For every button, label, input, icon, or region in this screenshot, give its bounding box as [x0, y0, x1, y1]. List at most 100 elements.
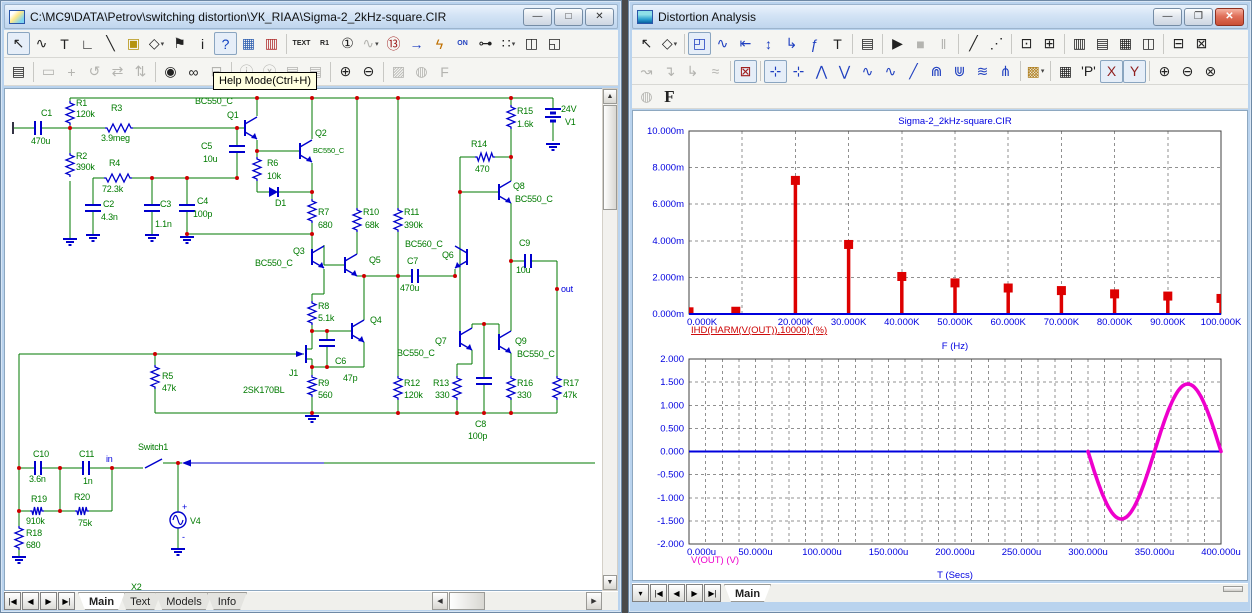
tab-info[interactable]: Info — [207, 592, 247, 610]
stripes-h-icon[interactable]: ▤ — [1091, 32, 1114, 55]
cursor-mode-icon[interactable]: ∿ — [711, 32, 734, 55]
minimize-button[interactable]: — — [523, 8, 552, 26]
vertical-tag-icon[interactable]: ↕ — [757, 32, 780, 55]
text-display-toggle[interactable]: TEXT — [290, 32, 313, 55]
part-list-icon[interactable]: ◇▾ — [658, 32, 681, 55]
schematic-hscrollbar[interactable]: ◀ ▶ — [432, 592, 602, 610]
box-minus-icon[interactable]: ⊟ — [1167, 32, 1190, 55]
tab-models[interactable]: Models — [155, 592, 212, 610]
restore-button[interactable]: ❐ — [1184, 8, 1213, 26]
pane-splitter-handle[interactable] — [1223, 586, 1243, 592]
text-mode-icon[interactable]: T — [53, 32, 76, 55]
cursor-left-icon[interactable]: ⊹ — [764, 60, 787, 83]
select-tool[interactable]: ↖ — [7, 32, 30, 55]
slope-op2-icon[interactable]: ↴ — [658, 60, 681, 83]
numeric-output-icon[interactable]: ▦ — [1054, 60, 1077, 83]
vip-toggle[interactable]: ∿▾ — [359, 32, 382, 55]
data-points-icon[interactable]: ⊡ — [1015, 32, 1038, 55]
tab-next-button[interactable]: ▶ — [686, 584, 703, 602]
go-to-high-icon[interactable]: ∿ — [856, 60, 879, 83]
y-scale-icon[interactable]: Y — [1123, 60, 1146, 83]
go-to-slope-icon[interactable]: ╱ — [902, 60, 925, 83]
wire-ortho-icon[interactable]: ∟ — [76, 32, 99, 55]
x-scale-icon[interactable]: X — [1100, 60, 1123, 83]
xy-toggle-icon[interactable]: ⊠ — [734, 60, 757, 83]
hscroll-thumb[interactable] — [449, 592, 485, 610]
tab-main[interactable]: Main — [724, 584, 771, 602]
maximize-button[interactable]: □ — [554, 8, 583, 26]
scroll-left-arrow[interactable]: ◀ — [432, 592, 448, 610]
pause-button[interactable]: ‖ — [932, 32, 955, 55]
schematic-vscrollbar[interactable]: ▲ ▼ — [602, 88, 618, 591]
zoom-out-icon[interactable]: ⊖ — [357, 60, 380, 83]
stripes-v-icon[interactable]: ▥ — [1068, 32, 1091, 55]
horizontal-tag-icon[interactable]: ⇤ — [734, 32, 757, 55]
columns-icon[interactable]: ◫ — [1137, 32, 1160, 55]
pattern-icon[interactable]: ▨ — [387, 60, 410, 83]
vscroll-thumb[interactable] — [603, 105, 617, 210]
fx-tag-icon[interactable]: ƒ — [803, 32, 826, 55]
flip-v-icon[interactable]: ⇅ — [129, 60, 152, 83]
close-button[interactable]: ✕ — [585, 8, 614, 26]
rotate-icon[interactable]: ↺ — [83, 60, 106, 83]
move-icon[interactable]: + — [60, 60, 83, 83]
close-button[interactable]: ✕ — [1215, 8, 1244, 26]
tab-prev-button[interactable]: ◀ — [668, 584, 685, 602]
circuit-info-icon[interactable]: ▦ — [237, 32, 260, 55]
schematic-titlebar[interactable]: C:\MC9\DATA\Petrov\switching distortion\… — [4, 4, 618, 29]
tab-first-button[interactable]: |◀ — [4, 592, 21, 610]
go-to-global-low-icon[interactable]: ≋ — [971, 60, 994, 83]
part-browser-icon[interactable]: ◇▾ — [145, 32, 168, 55]
mode-pointer-icon[interactable]: ◱ — [543, 32, 566, 55]
slope-op1-icon[interactable]: ↝ — [635, 60, 658, 83]
go-to-valley-icon[interactable]: ⋁ — [833, 60, 856, 83]
go-to-branch-icon[interactable]: ⋔ — [994, 60, 1017, 83]
power-display-icon[interactable]: ϟ — [428, 32, 451, 55]
info-icon[interactable]: i — [191, 32, 214, 55]
scroll-down-arrow[interactable]: ▼ — [603, 575, 617, 590]
select-tool[interactable]: ↖ — [635, 32, 658, 55]
split-window-icon[interactable]: ◫ — [520, 32, 543, 55]
format-f-icon[interactable]: F — [433, 60, 456, 83]
zoom-out-icon[interactable]: ⊖ — [1176, 60, 1199, 83]
slope-tag-icon[interactable]: ↳ — [780, 32, 803, 55]
scale-mode-icon[interactable]: ◰ — [688, 32, 711, 55]
globe-icon[interactable]: ◍ — [410, 60, 433, 83]
cursor-right-icon[interactable]: ⊹ — [787, 60, 810, 83]
format-f-icon[interactable]: F — [658, 85, 681, 108]
tab-list-dropdown[interactable]: ▾ — [632, 584, 649, 602]
schematic-canvas[interactable]: C1470uR1120kR33.9megR2390kR472.3kC24.3nC… — [4, 88, 604, 591]
go-to-low-icon[interactable]: ∿ — [879, 60, 902, 83]
slider-13-icon[interactable]: ⑬ — [382, 32, 405, 55]
line-points-icon[interactable]: ⋰ — [985, 32, 1008, 55]
globe-icon[interactable]: ◍ — [635, 85, 658, 108]
current-display-icon[interactable]: → — [405, 32, 428, 55]
tab-text[interactable]: Text — [119, 592, 161, 610]
tab-main[interactable]: Main — [78, 592, 125, 610]
scroll-right-arrow[interactable]: ▶ — [586, 592, 602, 610]
properties-icon[interactable]: ▤ — [856, 32, 879, 55]
go-to-peak-icon[interactable]: ⋀ — [810, 60, 833, 83]
find-icon[interactable]: ∞ — [182, 60, 205, 83]
zoom-window-icon[interactable]: ⊗ — [1199, 60, 1222, 83]
line-tool-icon[interactable]: ╱ — [962, 32, 985, 55]
minimize-button[interactable]: — — [1153, 8, 1182, 26]
text-mode-icon[interactable]: T — [826, 32, 849, 55]
zoom-in-icon[interactable]: ⊕ — [1153, 60, 1176, 83]
tab-prev-button[interactable]: ◀ — [22, 592, 39, 610]
flip-h-icon[interactable]: ⇄ — [106, 60, 129, 83]
go-to-global-high-icon[interactable]: ⋓ — [948, 60, 971, 83]
attribute-display-toggle[interactable]: R1 — [313, 32, 336, 55]
smooth-icon[interactable]: ≈ — [704, 60, 727, 83]
find-part-icon[interactable]: ◉ — [159, 60, 182, 83]
color-palette-icon[interactable]: ▩▾ — [1024, 60, 1047, 83]
stop-button[interactable]: ■ — [909, 32, 932, 55]
stripes-dense-icon[interactable]: ▦ — [1114, 32, 1137, 55]
tab-first-button[interactable]: |◀ — [650, 584, 667, 602]
state-display-icon[interactable]: ON — [451, 32, 474, 55]
scroll-up-arrow[interactable]: ▲ — [603, 89, 617, 104]
properties-icon[interactable]: ▤ — [7, 60, 30, 83]
tab-last-button[interactable]: ▶| — [704, 584, 721, 602]
run-button[interactable]: ▶ — [886, 32, 909, 55]
plot-area[interactable]: 10.000m8.000m6.000m4.000m2.000m0.000m0.0… — [632, 110, 1248, 581]
